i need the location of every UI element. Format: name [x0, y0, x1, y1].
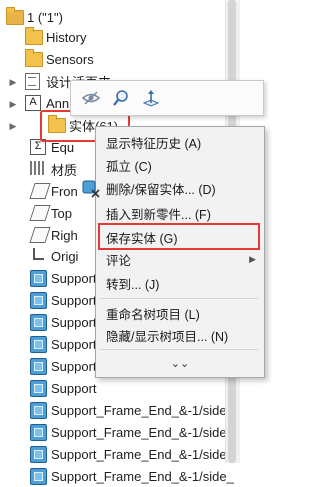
material-icon — [30, 161, 46, 177]
menu-item-label: 显示特征历史 (A) — [106, 136, 202, 151]
menu-selection-highlight — [98, 223, 260, 250]
tree-item-body[interactable]: Support — [30, 355, 97, 377]
tree-item-body[interactable]: Support_Frame_End_&-1/side_ — [30, 399, 234, 421]
menu-item-label: 转到... (J) — [106, 277, 160, 292]
tree-item-body[interactable]: Support — [30, 311, 97, 333]
tree-item-body[interactable]: Support_Frame_End_&-1/side_ — [30, 443, 234, 465]
menu-item-label: 评论 — [106, 253, 132, 268]
plane-icon — [29, 205, 51, 221]
menu-item-label: 隐藏/显示树项目... (N) — [106, 329, 229, 344]
tree-item-label: Support — [51, 336, 97, 352]
sensor-icon — [25, 49, 43, 67]
tree-root-part[interactable]: 1 ("1") — [6, 6, 63, 28]
body-icon — [30, 446, 47, 463]
menu-expand-more[interactable]: ⌄⌄ — [96, 352, 264, 374]
plane-icon — [29, 227, 51, 243]
menu-separator — [100, 298, 258, 299]
chevron-double-down-icon: ⌄⌄ — [170, 357, 190, 370]
menu-separator — [100, 349, 258, 350]
tree-item-front-plane[interactable]: Fron — [29, 180, 78, 202]
context-toolbar — [70, 80, 264, 116]
plane-icon — [29, 183, 51, 199]
tree-item-label: Righ — [51, 227, 78, 243]
menu-item-comment[interactable]: 评论 ▶ — [96, 248, 264, 270]
tree-item-label: 1 ("1") — [27, 9, 63, 25]
delete-body-icon — [82, 180, 100, 198]
tree-item-material[interactable]: 材质 — [30, 158, 77, 180]
expand-arrow-icon[interactable]: ▶ — [9, 121, 17, 131]
tree-item-body[interactable]: Support — [30, 333, 97, 355]
menu-item-rename-tree-item[interactable]: 重命名树项目 (L) — [96, 302, 264, 324]
menu-item-isolate[interactable]: 孤立 (C) — [96, 154, 264, 176]
menu-item-label: 插入到新零件... (F) — [106, 207, 211, 222]
menu-item-insert-into-new-part[interactable]: 插入到新零件... (F) — [96, 202, 264, 224]
tree-item-label: Support — [51, 314, 97, 330]
zoom-to-selection-icon[interactable] — [109, 86, 133, 110]
tree-item-label: History — [46, 29, 87, 45]
hide-icon[interactable] — [79, 86, 103, 110]
tree-item-body[interactable]: Support — [30, 377, 97, 399]
tree-item-label: Sensors — [46, 51, 94, 67]
body-icon — [30, 270, 47, 287]
tree-item-body[interactable]: Support_Frame_End_&-1/side_ — [30, 465, 234, 487]
menu-item-goto[interactable]: 转到... (J) — [96, 272, 264, 294]
body-icon — [30, 336, 47, 353]
tree-item-label: Support — [51, 380, 97, 396]
tree-item-top-plane[interactable]: Top — [29, 202, 72, 224]
menu-item-label: 删除/保留实体... (D) — [106, 182, 216, 197]
tree-item-label: Support — [51, 292, 97, 308]
binder-icon — [25, 73, 41, 90]
body-icon — [30, 402, 47, 419]
tree-item-origin[interactable]: Origi — [30, 245, 78, 267]
menu-item-label: 重命名树项目 (L) — [106, 307, 200, 322]
tree-item-label: Top — [51, 205, 72, 221]
menu-item-delete-keep-body[interactable]: 删除/保留实体... (D) — [82, 177, 264, 199]
tree-item-label: Support_Frame_End_&-1/side_ — [51, 468, 234, 484]
tree-item-right-plane[interactable]: Righ — [29, 224, 78, 246]
normal-to-icon[interactable] — [139, 86, 163, 110]
body-icon — [30, 468, 47, 485]
annotation-icon: A — [25, 95, 41, 111]
expand-arrow-icon[interactable]: ▶ — [9, 77, 17, 87]
body-icon — [30, 358, 47, 375]
part-icon — [6, 7, 24, 25]
tree-item-label: Fron — [51, 183, 78, 199]
tree-item-label: 材质 — [51, 162, 78, 178]
tree-item-body[interactable]: Support — [30, 267, 97, 289]
tree-item-body[interactable]: Support — [30, 289, 97, 311]
tree-item-label: Support_Frame_End_&-1/side_ — [51, 446, 234, 462]
context-menu: 显示特征历史 (A) 孤立 (C) 删除/保留实体... (D) 插入到新零件.… — [82, 126, 265, 378]
menu-item-label: 孤立 (C) — [106, 159, 152, 174]
tree-item-label: Support_Frame_End_&-1/side_ — [51, 402, 234, 418]
body-icon — [30, 424, 47, 441]
tree-item-history[interactable]: History — [25, 26, 86, 48]
history-icon — [25, 27, 43, 45]
tree-item-body[interactable]: Support_Frame_End_&-1/side_ — [30, 421, 234, 443]
body-icon — [30, 380, 47, 397]
tree-item-label: Support — [51, 270, 97, 286]
tree-item-label: Support_Frame_End_&-1/side_ — [51, 424, 234, 440]
tree-item-label: Origi — [51, 248, 79, 264]
tree-item-sensors[interactable]: Sensors — [25, 48, 94, 70]
body-icon — [30, 292, 47, 309]
tree-item-label: Support — [51, 358, 97, 374]
menu-item-hide-show-tree-items[interactable]: 隐藏/显示树项目... (N) — [96, 324, 264, 346]
expand-arrow-icon[interactable]: ▶ — [9, 99, 17, 109]
body-icon — [30, 314, 47, 331]
origin-icon — [30, 248, 46, 264]
tree-item-label: Ann — [46, 95, 70, 111]
menu-item-show-feature-history[interactable]: 显示特征历史 (A) — [96, 131, 264, 153]
submenu-arrow-icon: ▶ — [249, 253, 256, 264]
